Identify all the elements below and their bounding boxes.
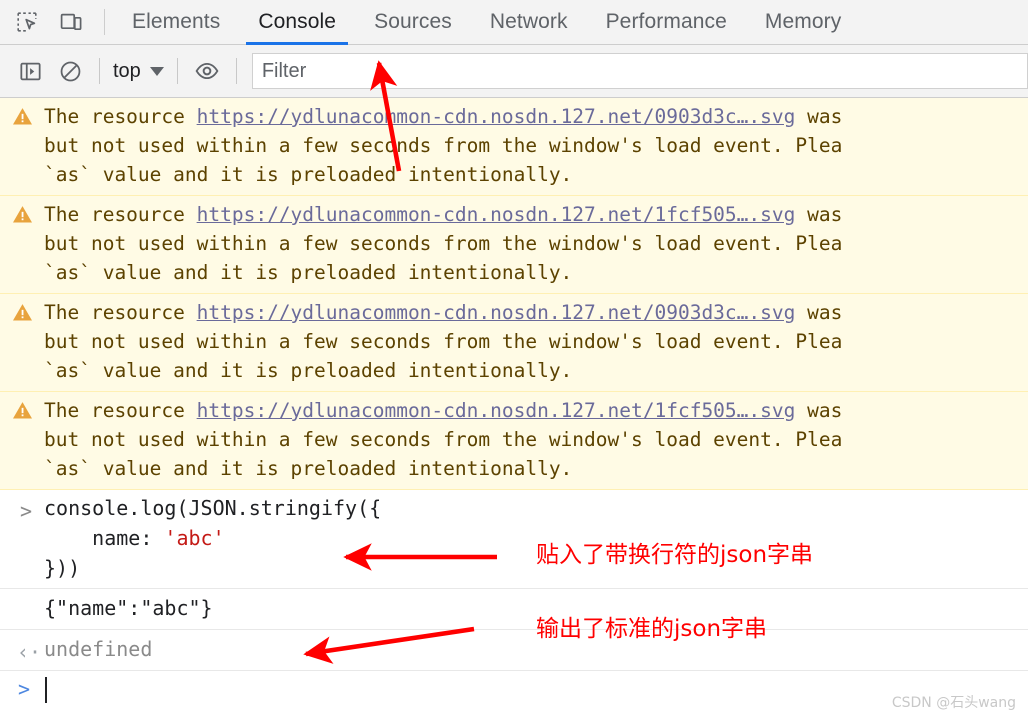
console-log-output[interactable]: {"name":"abc"} — [0, 589, 1028, 630]
inspect-element-icon[interactable] — [8, 3, 46, 41]
command-line-2: name: 'abc' — [0, 523, 1028, 553]
device-toolbar-icon[interactable] — [52, 3, 90, 41]
warning-prefix: The resource — [44, 105, 197, 128]
chevron-down-icon — [149, 66, 164, 76]
resource-url-link[interactable]: https://ydlunacommon-cdn.nosdn.127.net/1… — [197, 203, 796, 226]
execution-context-selector[interactable]: top — [109, 60, 168, 83]
warning-triangle-icon — [12, 401, 33, 420]
warning-line-3: `as` value and it is preloaded intention… — [44, 457, 573, 480]
warning-line-2: but not used within a few seconds from t… — [44, 232, 843, 255]
warning-suffix: was — [795, 203, 843, 226]
clear-console-icon[interactable] — [50, 51, 90, 91]
tab-network[interactable]: Network — [471, 0, 587, 45]
toolbar-divider — [104, 9, 105, 35]
warning-line-1: The resource https://ydlunacommon-cdn.no… — [0, 298, 1028, 327]
text-cursor — [45, 677, 47, 703]
execution-context-value: top — [113, 59, 141, 82]
sidebar-toggle-icon[interactable] — [10, 51, 50, 91]
warning-suffix: was — [795, 301, 843, 324]
command-line-1: console.log(JSON.stringify({ — [44, 496, 382, 520]
warning-prefix: The resource — [44, 399, 197, 422]
console-message-warning[interactable]: The resource https://ydlunacommon-cdn.no… — [0, 294, 1028, 392]
warning-prefix: The resource — [44, 203, 197, 226]
console-message-list[interactable]: The resource https://ydlunacommon-cdn.no… — [0, 98, 1028, 719]
tab-label: Elements — [132, 10, 221, 33]
warning-triangle-icon — [12, 205, 33, 224]
devtools-tabs: Elements Console Sources Network Perform… — [113, 0, 860, 45]
warning-line-3: `as` value and it is preloaded intention… — [44, 163, 573, 186]
tab-elements[interactable]: Elements — [113, 0, 239, 45]
console-input-prompt[interactable]: > — [0, 671, 1028, 711]
command-prompt-marker: > — [20, 499, 33, 523]
tab-label: Sources — [374, 10, 452, 33]
warning-suffix: was — [795, 105, 843, 128]
console-message-warning[interactable]: The resource https://ydlunacommon-cdn.no… — [0, 392, 1028, 490]
tab-console[interactable]: Console — [239, 0, 355, 45]
log-output-text: {"name":"abc"} — [44, 596, 213, 620]
warning-line-1: The resource https://ydlunacommon-cdn.no… — [0, 102, 1028, 131]
command-string-token: 'abc' — [164, 526, 225, 550]
tab-label: Network — [489, 10, 568, 33]
resource-url-link[interactable]: https://ydlunacommon-cdn.nosdn.127.net/0… — [197, 301, 796, 324]
resource-url-link[interactable]: https://ydlunacommon-cdn.nosdn.127.net/0… — [197, 105, 796, 128]
tab-sources[interactable]: Sources — [355, 0, 471, 45]
devtools-left-icons — [0, 3, 113, 41]
warning-triangle-icon — [12, 303, 33, 322]
warning-triangle-icon — [12, 107, 33, 126]
warning-line-2: but not used within a few seconds from t… — [44, 330, 843, 353]
devtools-tabbar: Elements Console Sources Network Perform… — [0, 0, 1028, 45]
toolbar-divider — [235, 58, 237, 84]
tab-label: Memory — [764, 10, 842, 33]
console-toolbar: top — [0, 45, 1028, 98]
command-line-3: })) — [44, 556, 81, 580]
console-message-warning[interactable]: The resource https://ydlunacommon-cdn.no… — [0, 196, 1028, 294]
console-message-warning[interactable]: The resource https://ydlunacommon-cdn.no… — [0, 98, 1028, 196]
watermark: CSDN @石头wang — [891, 695, 1016, 711]
filter-field[interactable] — [251, 53, 1028, 89]
tab-label: Performance — [605, 10, 727, 33]
command-line-2-prefix: name: — [44, 526, 165, 550]
input-prompt-marker: > — [18, 677, 31, 701]
tab-performance[interactable]: Performance — [587, 0, 746, 45]
warning-line-1: The resource https://ydlunacommon-cdn.no… — [0, 200, 1028, 229]
warning-prefix: The resource — [44, 301, 197, 324]
search-input[interactable] — [252, 54, 1027, 88]
result-text: undefined — [44, 637, 153, 661]
console-result-value[interactable]: ‹· undefined — [0, 630, 1028, 671]
console-evaluated-command[interactable]: > console.log(JSON.stringify({ name: 'ab… — [0, 490, 1028, 589]
warning-line-3: `as` value and it is preloaded intention… — [44, 261, 573, 284]
tab-label: Console — [258, 10, 337, 33]
warning-line-1: The resource https://ydlunacommon-cdn.no… — [0, 396, 1028, 425]
warning-line-3: `as` value and it is preloaded intention… — [44, 359, 573, 382]
toolbar-divider — [99, 58, 100, 84]
warning-line-2: but not used within a few seconds from t… — [44, 428, 843, 451]
eye-icon[interactable] — [187, 51, 227, 91]
warning-line-2: but not used within a few seconds from t… — [44, 134, 843, 157]
warning-suffix: was — [795, 399, 843, 422]
resource-url-link[interactable]: https://ydlunacommon-cdn.nosdn.127.net/1… — [197, 399, 796, 422]
result-prompt-marker: ‹· — [17, 640, 42, 664]
toolbar-divider — [176, 58, 178, 84]
tab-memory[interactable]: Memory — [746, 0, 860, 45]
